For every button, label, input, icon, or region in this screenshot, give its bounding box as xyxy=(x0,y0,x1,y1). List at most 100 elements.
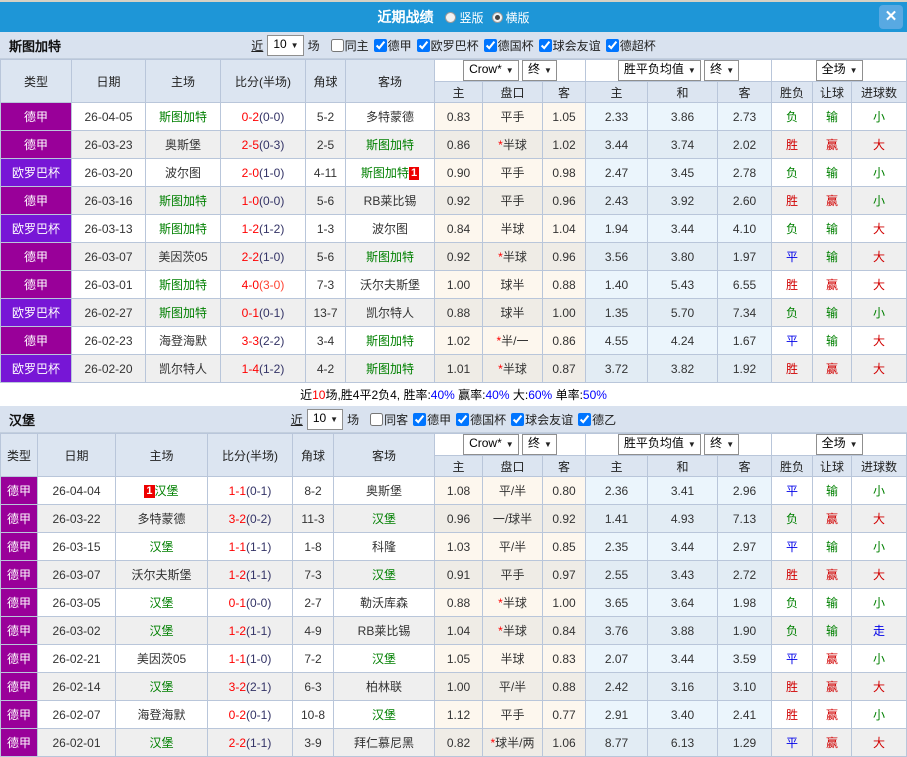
result-handicap-cell: 输 xyxy=(813,477,852,505)
league-checkbox[interactable] xyxy=(413,413,426,426)
matches-count-select[interactable]: 10▼ xyxy=(267,35,303,56)
odds-away-cell: 0.96 xyxy=(543,243,586,271)
result-handicap-cell: 赢 xyxy=(813,673,852,701)
fulltime-score: 3-2 xyxy=(229,512,246,526)
halftime-score: (3-0) xyxy=(259,278,284,292)
avg-away-cell: 1.97 xyxy=(718,243,772,271)
match-row: 德甲26-03-23奥斯堡2-5(0-3)2-5斯图加特0.86*半球1.023… xyxy=(1,131,907,159)
league-checkbox-label: 欧罗巴杯 xyxy=(431,37,479,54)
league-checkbox[interactable] xyxy=(456,413,469,426)
match-row: 德甲26-03-22多特蒙德3-2(0-2)11-3汉堡0.96一/球半0.92… xyxy=(1,505,907,533)
league-checkbox[interactable] xyxy=(511,413,524,426)
summary-segment: 近 xyxy=(300,388,312,402)
home-team-cell: 波尔图 xyxy=(146,159,221,187)
select-value: 全场 xyxy=(822,436,846,450)
date-cell: 26-03-15 xyxy=(38,533,116,561)
odds-away-cell: 0.77 xyxy=(543,701,586,729)
league-checkbox-label: 德国杯 xyxy=(470,411,506,428)
column-header-corners: 角球 xyxy=(306,60,346,103)
summary-segment: 40% xyxy=(486,388,510,402)
home-team-name: 汉堡 xyxy=(155,484,179,498)
avg-away-cell: 2.97 xyxy=(718,533,772,561)
chevron-down-icon: ▼ xyxy=(506,66,514,75)
avg-home-cell: 2.47 xyxy=(586,159,648,187)
result-goals-cell: 小 xyxy=(852,645,907,673)
odds-stage-select[interactable]: 终▼ xyxy=(522,60,557,81)
league-checkbox-label: 德甲 xyxy=(388,37,412,54)
away-team-name: 科隆 xyxy=(372,540,396,554)
red-card-badge: 1 xyxy=(144,485,154,498)
halftime-score: (0-3) xyxy=(259,138,284,152)
chevron-down-icon: ▼ xyxy=(688,66,696,75)
league-cell: 德甲 xyxy=(1,729,38,757)
result-wdl-cell: 胜 xyxy=(772,561,813,589)
summary-segment: 40% xyxy=(431,388,455,402)
fulltime-score: 2-5 xyxy=(242,138,259,152)
odds-stage-select[interactable]: 终▼ xyxy=(522,434,557,455)
avg-away-cell: 2.96 xyxy=(718,477,772,505)
handicap-cell: 一/球半 xyxy=(483,505,543,533)
odds-company-select[interactable]: Crow*▼ xyxy=(463,434,519,455)
league-cell: 德甲 xyxy=(1,533,38,561)
match-row: 德甲26-03-07沃尔夫斯堡1-2(1-1)7-3汉堡0.91平手0.972.… xyxy=(1,561,907,589)
league-cell: 欧罗巴杯 xyxy=(1,215,72,243)
league-cell: 德甲 xyxy=(1,673,38,701)
avg-odds-select[interactable]: 胜平负均值▼ xyxy=(618,60,701,81)
close-button[interactable]: ✕ xyxy=(879,5,903,29)
odds-away-cell: 1.05 xyxy=(543,103,586,131)
subheader-odds-away: 客 xyxy=(543,456,586,477)
match-row: 德甲26-03-16斯图加特1-0(0-0)5-6RB莱比锡0.92平手0.96… xyxy=(1,187,907,215)
radio-vertical-layout[interactable] xyxy=(445,12,456,23)
league-cell: 德甲 xyxy=(1,243,72,271)
window-title: 近期战绩 xyxy=(377,7,433,27)
result-scope-select[interactable]: 全场▼ xyxy=(816,434,863,455)
result-goals-cell: 大 xyxy=(852,505,907,533)
corners-cell: 1-8 xyxy=(293,533,334,561)
radio-horizontal-label[interactable]: 横版 xyxy=(506,9,530,26)
odds-home-cell: 1.12 xyxy=(435,701,483,729)
result-handicap-cell: 赢 xyxy=(813,561,852,589)
avg-home-cell: 1.35 xyxy=(586,299,648,327)
subheader-goals: 进球数 xyxy=(852,456,907,477)
avg-away-cell: 7.34 xyxy=(718,299,772,327)
odds-company-select[interactable]: Crow*▼ xyxy=(463,60,519,81)
result-handicap-cell: 赢 xyxy=(813,187,852,215)
away-team-name: 斯图加特 xyxy=(366,250,414,264)
corners-cell: 7-2 xyxy=(293,645,334,673)
avg-draw-cell: 4.24 xyxy=(648,327,718,355)
record-summary-stuttgart: 近10场,胜4平2负4, 胜率:40% 赢率:40% 大:60% 单率:50% xyxy=(0,383,907,406)
league-checkbox[interactable] xyxy=(374,39,387,52)
league-checkbox[interactable] xyxy=(606,39,619,52)
league-checkbox[interactable] xyxy=(417,39,430,52)
radio-horizontal-layout[interactable] xyxy=(492,12,503,23)
radio-vertical-label[interactable]: 竖版 xyxy=(459,9,483,26)
fulltime-score: 2-0 xyxy=(242,166,259,180)
league-checkbox-label: 德甲 xyxy=(427,411,451,428)
fulltime-score: 0-2 xyxy=(242,110,259,124)
odds-home-cell: 0.96 xyxy=(435,505,483,533)
result-goals-cell: 大 xyxy=(852,271,907,299)
away-team-cell: 汉堡 xyxy=(334,645,435,673)
odds-away-cell: 1.02 xyxy=(543,131,586,159)
result-wdl-cell: 平 xyxy=(772,645,813,673)
avg-stage-select[interactable]: 终▼ xyxy=(704,60,739,81)
league-checkbox[interactable] xyxy=(539,39,552,52)
score-cell: 0-2(0-0) xyxy=(221,103,306,131)
halftime-score: (1-1) xyxy=(246,568,271,582)
away-team-cell: 斯图加特 xyxy=(346,131,435,159)
league-checkbox[interactable] xyxy=(578,413,591,426)
result-scope-select[interactable]: 全场▼ xyxy=(816,60,863,81)
matches-count-select[interactable]: 10▼ xyxy=(307,409,343,430)
avg-stage-select[interactable]: 终▼ xyxy=(704,434,739,455)
avg-away-cell: 3.59 xyxy=(718,645,772,673)
avg-draw-cell: 3.80 xyxy=(648,243,718,271)
avg-odds-select[interactable]: 胜平负均值▼ xyxy=(618,434,701,455)
league-checkbox[interactable] xyxy=(484,39,497,52)
same-venue-checkbox[interactable] xyxy=(331,39,344,52)
odds-away-cell: 0.92 xyxy=(543,505,586,533)
subheader-wdl: 胜负 xyxy=(772,456,813,477)
same-venue-checkbox[interactable] xyxy=(370,413,383,426)
result-goals-cell: 大 xyxy=(852,561,907,589)
handicap-cell: 球半 xyxy=(483,299,543,327)
avg-home-cell: 4.55 xyxy=(586,327,648,355)
